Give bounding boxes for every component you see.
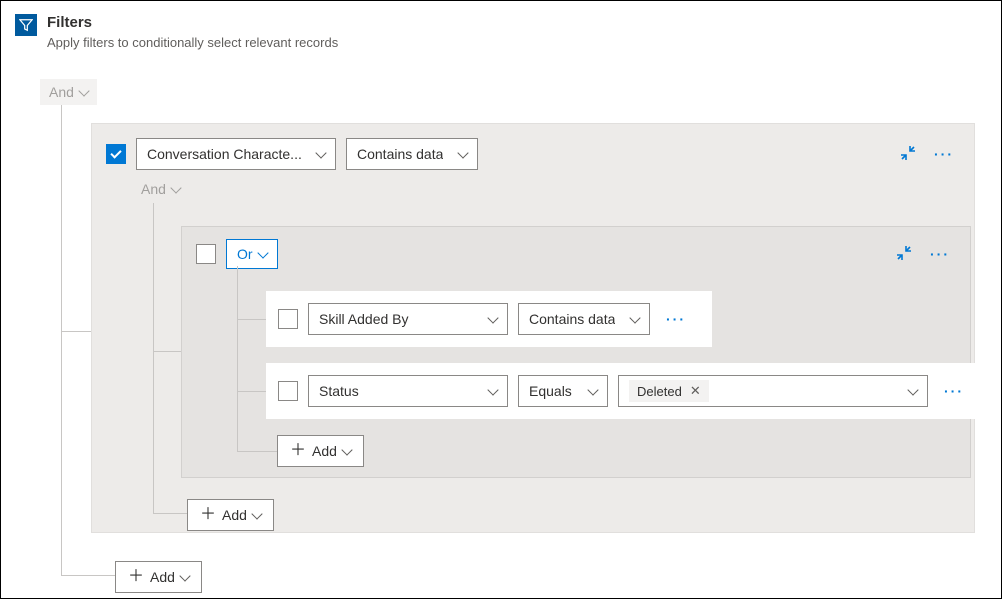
chevron-down-icon <box>487 384 498 395</box>
page-subtitle: Apply filters to conditionally select re… <box>47 35 338 50</box>
chevron-down-icon <box>907 384 918 395</box>
chevron-down-icon <box>78 85 89 96</box>
tree-line <box>153 513 187 514</box>
chevron-down-icon <box>457 147 468 158</box>
add-label: Add <box>312 443 337 459</box>
group2-operator-dropdown[interactable]: Or <box>226 239 278 269</box>
group1-field-select[interactable]: Conversation Characte... <box>136 138 336 170</box>
condition2-field-label: Status <box>319 383 359 399</box>
add-label: Add <box>150 569 175 585</box>
chevron-down-icon <box>251 508 262 519</box>
more-icon[interactable]: ··· <box>944 383 964 399</box>
chevron-down-icon <box>629 312 640 323</box>
root-operator-dropdown[interactable]: And <box>40 79 97 105</box>
condition2-operator-label: Equals <box>529 383 572 399</box>
filters-header: Filters Apply filters to conditionally s… <box>15 13 987 50</box>
add-label: Add <box>222 507 247 523</box>
page-title: Filters <box>47 13 338 33</box>
group2-operator-label: Or <box>237 246 253 262</box>
plus-icon: ＋ <box>290 443 306 459</box>
condition2-operator-select[interactable]: Equals <box>518 375 608 407</box>
chevron-down-icon <box>487 312 498 323</box>
checkmark-icon <box>110 147 121 158</box>
condition-row: Status Equals Deleted ✕ ··· <box>266 363 976 419</box>
condition1-field-select[interactable]: Skill Added By <box>308 303 508 335</box>
tree-line <box>153 203 154 513</box>
tree-line <box>61 575 115 576</box>
group1-field-label: Conversation Characte... <box>147 146 302 162</box>
condition1-checkbox[interactable] <box>278 309 298 329</box>
tree-line <box>237 451 277 452</box>
condition2-checkbox[interactable] <box>278 381 298 401</box>
add-button-inner[interactable]: ＋ Add <box>277 435 364 467</box>
collapse-icon[interactable] <box>900 145 916 164</box>
group1-checkbox[interactable] <box>106 144 126 164</box>
condition2-value-select[interactable]: Deleted ✕ <box>618 375 928 407</box>
group1-child-operator-dropdown[interactable]: And <box>141 181 180 197</box>
tag-remove-icon[interactable]: ✕ <box>690 383 701 399</box>
add-button-outer[interactable]: ＋ Add <box>115 561 202 593</box>
group1-operator-label: Contains data <box>357 146 443 162</box>
chevron-down-icon <box>257 247 268 258</box>
group1-child-operator-label: And <box>141 181 166 197</box>
root-operator-label: And <box>49 84 74 100</box>
collapse-icon[interactable] <box>896 245 912 264</box>
chevron-down-icon <box>179 570 190 581</box>
chevron-down-icon <box>341 444 352 455</box>
chevron-down-icon <box>315 147 326 158</box>
tree-line <box>61 105 62 575</box>
more-icon[interactable]: ··· <box>666 311 686 327</box>
chevron-down-icon <box>587 384 598 395</box>
condition1-field-label: Skill Added By <box>319 311 409 327</box>
add-button-mid[interactable]: ＋ Add <box>187 499 274 531</box>
plus-icon: ＋ <box>200 507 216 523</box>
tree-line <box>237 319 267 320</box>
plus-icon: ＋ <box>128 569 144 585</box>
tree-line <box>153 351 181 352</box>
more-icon[interactable]: ··· <box>930 246 950 262</box>
value-tag: Deleted ✕ <box>629 380 709 402</box>
condition1-operator-label: Contains data <box>529 311 615 327</box>
chevron-down-icon <box>170 182 181 193</box>
tree-line <box>237 391 267 392</box>
condition2-field-select[interactable]: Status <box>308 375 508 407</box>
condition1-operator-select[interactable]: Contains data <box>518 303 650 335</box>
condition-row: Skill Added By Contains data ··· <box>266 291 712 347</box>
value-tag-label: Deleted <box>637 384 682 399</box>
more-icon[interactable]: ··· <box>934 146 954 162</box>
tree-line <box>61 331 91 332</box>
tree-line <box>237 266 238 451</box>
group2-checkbox[interactable] <box>196 244 216 264</box>
filter-icon <box>15 14 37 36</box>
group1-operator-select[interactable]: Contains data <box>346 138 478 170</box>
